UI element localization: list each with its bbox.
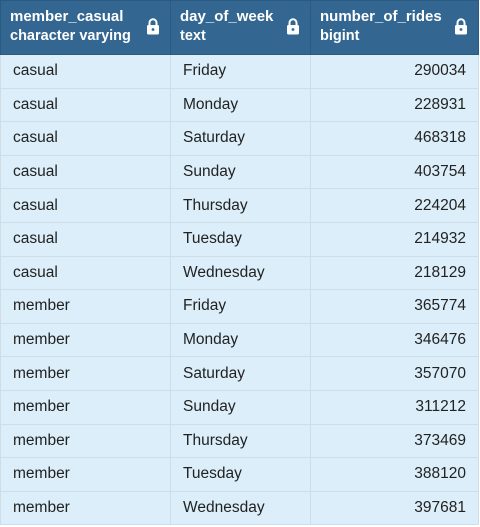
cell-member-casual[interactable]: member — [0, 289, 171, 324]
cell-member-casual[interactable]: member — [0, 457, 171, 492]
column-header-number-of-rides[interactable]: number_of_rides bigint — [310, 0, 479, 55]
cell-member-casual[interactable]: casual — [0, 54, 171, 89]
cell-day-of-week[interactable]: Wednesday — [170, 255, 311, 291]
cell-member-casual[interactable]: casual — [0, 121, 171, 156]
lock-icon — [287, 18, 299, 35]
column-name: day_of_week — [180, 8, 274, 25]
column-type: bigint — [320, 28, 360, 44]
cell-day-of-week[interactable]: Saturday — [170, 121, 311, 156]
table-row: member Thursday 373469 — [0, 423, 479, 459]
cell-member-casual[interactable]: member — [0, 322, 171, 358]
column-header-day-of-week[interactable]: day_of_week text — [170, 0, 311, 55]
table-row: member Friday 365774 — [0, 289, 479, 324]
table-row: member Saturday 357070 — [0, 356, 479, 391]
cell-member-casual[interactable]: casual — [0, 188, 171, 223]
cell-day-of-week[interactable]: Thursday — [170, 188, 311, 223]
cell-number-of-rides[interactable]: 228931 — [310, 87, 479, 123]
lock-icon — [455, 18, 467, 35]
cell-member-casual[interactable]: casual — [0, 154, 171, 190]
cell-number-of-rides[interactable]: 214932 — [310, 221, 479, 257]
cell-number-of-rides[interactable]: 290034 — [310, 54, 479, 89]
cell-day-of-week[interactable]: Friday — [170, 289, 311, 324]
column-header-member-casual[interactable]: member_casual character varying — [0, 0, 171, 55]
cell-member-casual[interactable]: member — [0, 356, 171, 391]
cell-number-of-rides[interactable]: 468318 — [310, 121, 479, 156]
column-name: number_of_rides — [320, 8, 442, 25]
column-type: text — [180, 28, 206, 44]
cell-day-of-week[interactable]: Saturday — [170, 356, 311, 391]
table-row: casual Friday 290034 — [0, 54, 479, 89]
cell-number-of-rides[interactable]: 357070 — [310, 356, 479, 391]
cell-day-of-week[interactable]: Monday — [170, 322, 311, 358]
cell-number-of-rides[interactable]: 365774 — [310, 289, 479, 324]
column-type: character varying — [10, 28, 131, 44]
table-row: casual Thursday 224204 — [0, 188, 479, 223]
column-name: member_casual — [10, 8, 124, 25]
cell-member-casual[interactable]: casual — [0, 255, 171, 291]
cell-number-of-rides[interactable]: 388120 — [310, 457, 479, 492]
table-row: casual Saturday 468318 — [0, 121, 479, 156]
cell-day-of-week[interactable]: Friday — [170, 54, 311, 89]
cell-number-of-rides[interactable]: 403754 — [310, 154, 479, 190]
cell-member-casual[interactable]: member — [0, 389, 171, 425]
cell-number-of-rides[interactable]: 397681 — [310, 490, 479, 526]
table-row: member Wednesday 397681 — [0, 490, 479, 526]
cell-member-casual[interactable]: member — [0, 423, 171, 459]
table-row: casual Wednesday 218129 — [0, 255, 479, 291]
cell-day-of-week[interactable]: Tuesday — [170, 221, 311, 257]
table-row: member Sunday 311212 — [0, 389, 479, 425]
cell-member-casual[interactable]: member — [0, 490, 171, 526]
cell-number-of-rides[interactable]: 224204 — [310, 188, 479, 223]
cell-day-of-week[interactable]: Thursday — [170, 423, 311, 459]
cell-day-of-week[interactable]: Sunday — [170, 389, 311, 425]
cell-day-of-week[interactable]: Wednesday — [170, 490, 311, 526]
cell-member-casual[interactable]: casual — [0, 87, 171, 123]
table-row: casual Tuesday 214932 — [0, 221, 479, 257]
cell-number-of-rides[interactable]: 218129 — [310, 255, 479, 291]
table-row: member Monday 346476 — [0, 322, 479, 358]
lock-icon — [147, 18, 159, 35]
table-row: casual Sunday 403754 — [0, 154, 479, 190]
table-row: member Tuesday 388120 — [0, 457, 479, 492]
cell-day-of-week[interactable]: Sunday — [170, 154, 311, 190]
cell-number-of-rides[interactable]: 311212 — [310, 389, 479, 425]
cell-member-casual[interactable]: casual — [0, 221, 171, 257]
table-row: casual Monday 228931 — [0, 87, 479, 123]
cell-day-of-week[interactable]: Tuesday — [170, 457, 311, 492]
cell-number-of-rides[interactable]: 346476 — [310, 322, 479, 358]
cell-day-of-week[interactable]: Monday — [170, 87, 311, 123]
cell-number-of-rides[interactable]: 373469 — [310, 423, 479, 459]
header-row: member_casual character varying day_of_w… — [0, 0, 479, 55]
query-results-grid: member_casual character varying day_of_w… — [0, 0, 479, 526]
